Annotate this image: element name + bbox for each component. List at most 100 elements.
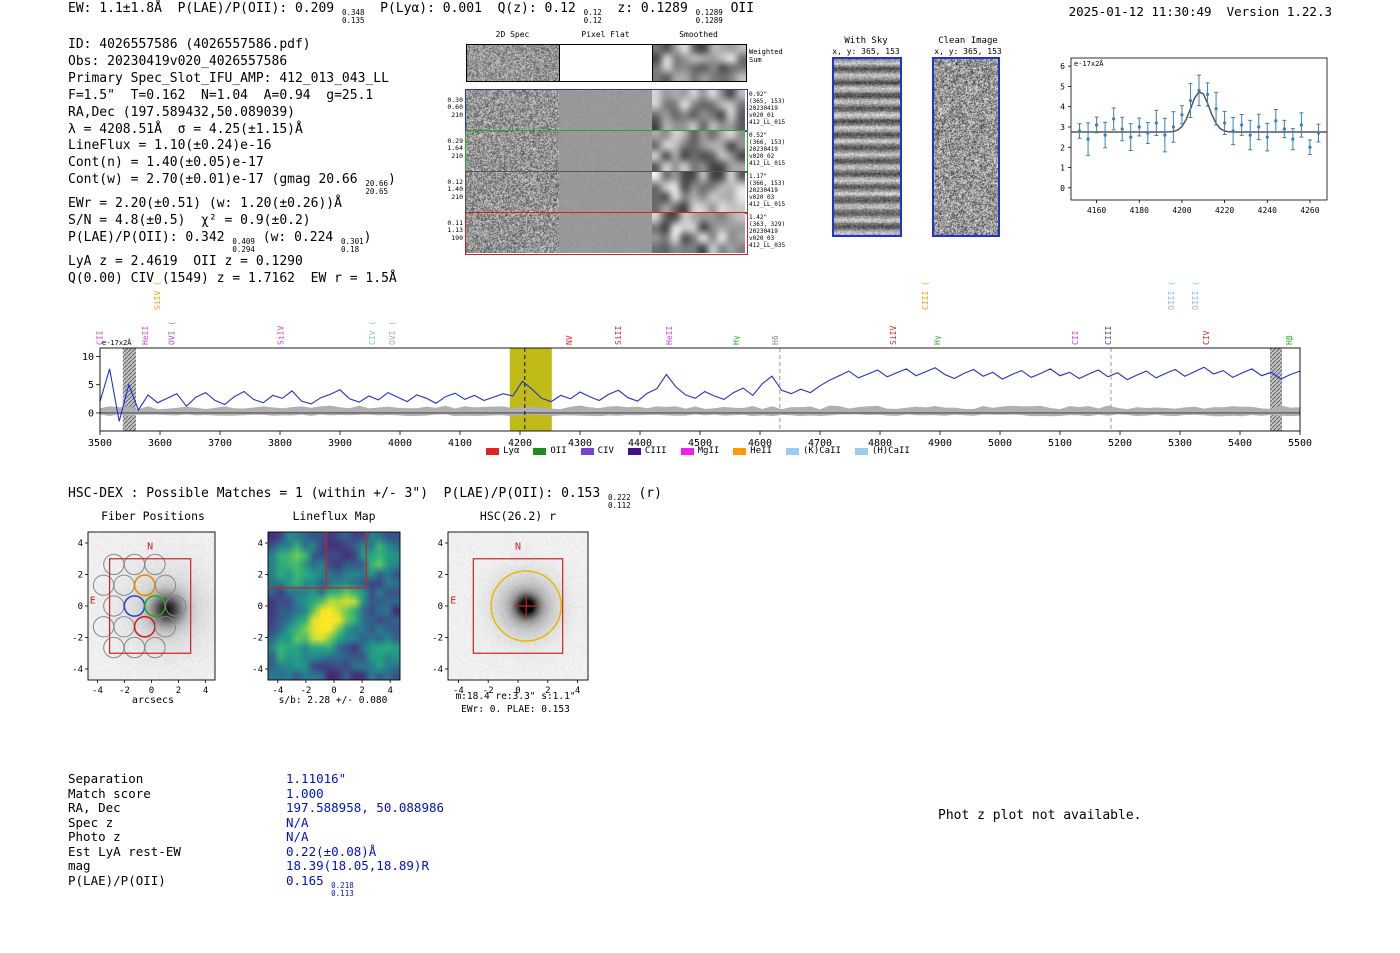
text-segment: 18.39(18.05,18.89)R (286, 858, 429, 874)
legend-swatch (627, 447, 641, 455)
svg-text:5200: 5200 (1108, 438, 1132, 449)
svg-text:3: 3 (1060, 123, 1065, 132)
detection-info-block: ID: 4026557586 (4026557586.pdf) Obs: 2023… (68, 37, 397, 288)
text-segment: ID: 4026557586 (4026557586.pdf) (68, 37, 311, 52)
svg-text:4220: 4220 (1215, 206, 1234, 215)
svg-text:3600: 3600 (148, 438, 172, 449)
match-table-row: Separation 1.11016" (68, 771, 444, 787)
match-table-label: Spec z (68, 814, 114, 830)
text-segment: EWr = 2.20(±0.51) (w: 1.20(±0.26))Å (68, 196, 342, 212)
text-segment: Cont(n) = 1.40(±0.05)e-17 (68, 155, 264, 171)
text-segment: 1.11016" (286, 771, 347, 786)
text-segment: RA,Dec (197.589432,50.089039) (68, 104, 295, 120)
emission-line-label: SiIV ( (153, 281, 162, 310)
match-table-value: 1.11016" (286, 771, 347, 787)
cutout-col-title: 2D Spec (495, 30, 530, 39)
emission-line-label: SiIV (277, 326, 286, 345)
svg-text:3500: 3500 (88, 438, 112, 449)
legend-swatch (533, 447, 547, 455)
with-sky-title: With Sky (844, 36, 888, 46)
text-segment: λ = 4208.51Å σ = 4.25(±1.15)Å (68, 121, 303, 137)
fiber-circle (154, 616, 177, 638)
svg-text:5400: 5400 (1228, 438, 1252, 449)
svg-text:3800: 3800 (268, 438, 292, 449)
text-segment: EW: 1.1±1.8Å P(LAE)/P(OII): 0.209 (68, 1, 342, 16)
fiber-circle (123, 595, 146, 617)
cutout-note: 1.42" (363, 329) 20230419 v020_03 412_LL_035 (749, 214, 786, 249)
svg-text:0: 0 (88, 408, 94, 419)
legend-swatch (733, 447, 747, 455)
fiber-circle (103, 636, 125, 659)
cutout-smoothed-image (652, 131, 745, 171)
svg-text:5: 5 (1060, 82, 1065, 91)
cutout-pixelflat-image (559, 131, 652, 171)
line-fit-svg: 0 1 2 3 4 5 6 4160 4180 4200 4220 4240 4260 e-17x2Å (1060, 57, 1328, 215)
hi-lo-stack: 0.222 0.112 (608, 493, 631, 511)
cutout-note: 1.17" (366, 153) 20230419 v020_03 412_LL_015 (749, 173, 786, 208)
text-segment: N/A (286, 829, 309, 845)
hi-lo-stack: 0.1289 0.1289 (695, 8, 723, 26)
match-table: Separation 1.11016" Match score 1.000 RA, De… (68, 771, 444, 898)
text-segment: LineFlux = 1.10(±0.24)e-16 (68, 138, 272, 154)
legend-swatch (785, 447, 799, 455)
info-line: Obs: 20230419v020_4026557586 (68, 54, 397, 71)
hscr-caption-2: EWr: 0. PLAE: 0.153 (461, 704, 570, 715)
emission-line-label: CIV (1202, 330, 1211, 345)
info-line: S/N = 4.8(±0.5) χ² = 0.9(±0.2) (68, 213, 397, 230)
hi-lo-stack: 0.409 0.294 (232, 237, 255, 255)
fiber-circle (144, 553, 166, 576)
cutout-note: 0.92" (365, 153) 20230419 v020_01 412_LL_015 (749, 91, 786, 126)
emission-line-label: HeII (665, 326, 674, 345)
cutout-pixelflat-image (559, 213, 652, 253)
emission-line-label: SiII (614, 326, 623, 345)
fiber-circle (154, 574, 177, 596)
emission-line-label: HeII (141, 326, 150, 345)
fiber-xlabel: arcsecs (131, 695, 175, 706)
lineflux-map-panel: Lineflux Map -4 -4 -2 -2 0 0 2 2 4 4 s/b: 2.28 +/- … (240, 505, 420, 720)
fiber-circle (133, 615, 156, 638)
match-table-value: 197.588958, 50.088986 (286, 800, 444, 816)
text-segment: Obs: 20230419v020_4026557586 (68, 53, 288, 69)
emission-line-label: NV (565, 335, 574, 345)
cutout-2dspec-image (466, 90, 559, 130)
svg-text:4: 4 (258, 539, 263, 549)
match-table-label: RA, Dec (68, 800, 121, 816)
hi-lo-stack: 0.301 0.18 (341, 237, 364, 255)
svg-text:4: 4 (438, 539, 443, 549)
text-segment: 0.22(±0.08)Å (286, 843, 377, 859)
emission-line-label: CIII ( (921, 281, 930, 310)
fiber-circle (144, 595, 166, 617)
text-segment: N/A (286, 814, 309, 830)
text-segment: F=1.5" T=0.162 N=1.04 A=0.94 g=25.1 (68, 87, 374, 103)
emission-line-label: CII (1071, 330, 1080, 345)
info-line: P(LAE)/P(OII): 0.342 0.409 0.294 (w: 0.22… (68, 230, 397, 254)
twod-spec-cutouts: 2D Spec Pixel Flat Smoothed Weighted Sum 0.30… (443, 28, 793, 263)
svg-text:-4: -4 (252, 665, 263, 675)
with-sky-image (832, 57, 902, 237)
emission-line-label: Hδ (771, 335, 780, 345)
match-table-label: Separation (68, 771, 144, 786)
match-table-value: N/A (286, 814, 309, 831)
text-segment: S/N = 4.8(±0.5) χ² = 0.9(±0.2) (68, 213, 311, 229)
weighted-pixelflat-empty (559, 44, 654, 82)
svg-text:4160: 4160 (1087, 206, 1106, 215)
match-table-label: Photo z (68, 829, 121, 845)
spectrum-legend: Lyα OII CIV CIII MgII HeII (K)CaII (H)CaII (418, 446, 978, 456)
fiber-circle (113, 616, 135, 638)
svg-text:e-17x2Å: e-17x2Å (102, 338, 132, 347)
panel-overlay: -4-4-2-2002244 (252, 531, 401, 696)
svg-text:2: 2 (438, 571, 443, 581)
text-segment: 0.165 (286, 872, 332, 888)
info-line: EWr = 2.20(±0.51) (w: 1.20(±0.26))Å (68, 196, 397, 213)
cutout-smoothed-image (652, 172, 745, 212)
cutout-2dspec-image (466, 213, 559, 253)
svg-text:4200: 4200 (1172, 206, 1191, 215)
fiber-circle (103, 553, 125, 576)
emission-line-label: OIII ( (1191, 281, 1200, 310)
cutout-smoothed-image (652, 213, 745, 253)
info-line: RA,Dec (197.589432,50.089039) (68, 105, 397, 122)
fiber-circle (123, 636, 146, 659)
match-table-label: Est LyA rest-EW (68, 843, 181, 859)
cutout-axis-labels: 0.11 1.13 190 (447, 219, 463, 242)
sky-image-panels: With Sky x, y: 365, 153 Clean Image x, y… (820, 30, 1020, 250)
